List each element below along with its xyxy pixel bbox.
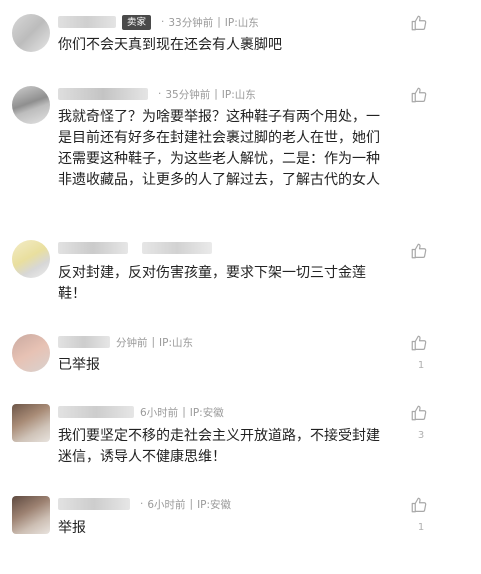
like-button[interactable]: [410, 496, 432, 514]
username-blurred[interactable]: [58, 406, 134, 418]
comment-ip: IP:山东: [221, 88, 256, 101]
comment-ip: IP:安徽: [189, 406, 224, 419]
comment-item: 卖家 · 33分钟前 | IP:山东 你们不会天真到现在还会有人裹脚吧: [0, 8, 481, 58]
separator: |: [217, 16, 221, 28]
comment-ip: IP:山东: [224, 16, 259, 29]
comment-time: 6小时前: [140, 406, 179, 419]
comment-item: 6小时前 | IP:安徽 我们要坚定不移的走社会主义开放道路，不接受封建迷信，诱…: [0, 402, 481, 472]
like-button[interactable]: [410, 14, 432, 32]
like-count: 1: [417, 522, 425, 533]
separator: |: [214, 88, 218, 100]
like-count: 1: [417, 360, 425, 371]
comment-item: 反对封建，反对伤害孩童，要求下架一切三寸金莲鞋！: [0, 238, 481, 308]
like-count: 3: [417, 430, 425, 441]
username-blurred[interactable]: [58, 88, 148, 100]
comment-meta: · 35分钟前 | IP:山东: [58, 86, 256, 102]
meta-blurred: [142, 242, 212, 254]
comment-time: 6小时前: [147, 498, 186, 511]
comment-item: · 35分钟前 | IP:山东 我就奇怪了？为啥要举报？这种鞋子有两个用处，一是…: [0, 82, 481, 222]
avatar[interactable]: [12, 240, 50, 278]
thumbs-up-icon: [411, 405, 427, 421]
separator: |: [182, 406, 186, 418]
username-blurred[interactable]: [58, 16, 116, 28]
comment-meta: 分钟前 | IP:山东: [58, 334, 193, 350]
avatar[interactable]: [12, 86, 50, 124]
thumbs-up-icon: [411, 87, 427, 103]
separator: |: [151, 336, 156, 348]
like-button[interactable]: [410, 334, 432, 352]
avatar[interactable]: [12, 14, 50, 52]
like-button[interactable]: [410, 86, 432, 104]
time-dot: ·: [140, 498, 144, 510]
thumbs-up-icon: [411, 335, 427, 351]
comment-text: 我们要坚定不移的走社会主义开放道路，不接受封建迷信，诱导人不健康思维！: [58, 428, 380, 465]
comment-meta: [58, 240, 218, 256]
comment-time: 35分钟前: [165, 88, 211, 101]
thumbs-up-icon: [411, 243, 427, 259]
time-dot: ·: [161, 16, 165, 28]
comment-text: 我就奇怪了？为啥要举报？这种鞋子有两个用处，一是目前还有好多在封建社会裹过脚的老…: [58, 109, 380, 188]
comment-ip: IP:安徽: [197, 498, 232, 511]
thumbs-up-icon: [411, 15, 427, 31]
comment-item: · 6小时前 | IP:安徽 举报 1: [0, 494, 481, 554]
comment-time: 33分钟前: [168, 16, 214, 29]
comment-text: 举报: [58, 520, 86, 536]
avatar[interactable]: [12, 334, 50, 372]
comment-meta: 卖家 · 33分钟前 | IP:山东: [58, 14, 259, 30]
separator: |: [189, 498, 194, 510]
comment-text: 你们不会天真到现在还会有人裹脚吧: [58, 37, 282, 53]
comment-meta: 6小时前 | IP:安徽: [58, 404, 224, 420]
time-dot: ·: [158, 88, 162, 100]
like-button[interactable]: [410, 404, 432, 422]
thumbs-up-icon: [411, 497, 427, 513]
comment-ip: IP:山东: [159, 336, 194, 349]
like-button[interactable]: [410, 242, 432, 260]
comment-text: 反对封建，反对伤害孩童，要求下架一切三寸金莲鞋！: [58, 265, 366, 302]
comment-time: 分钟前: [116, 336, 148, 349]
comment-item: 分钟前 | IP:山东 已举报 1: [0, 330, 481, 380]
username-blurred[interactable]: [58, 498, 130, 510]
seller-badge: 卖家: [122, 14, 152, 30]
username-blurred[interactable]: [58, 242, 128, 254]
username-blurred[interactable]: [58, 336, 110, 348]
comment-meta: · 6小时前 | IP:安徽: [58, 496, 231, 512]
avatar[interactable]: [12, 496, 50, 534]
avatar[interactable]: [12, 404, 50, 442]
comment-text: 已举报: [58, 357, 100, 373]
